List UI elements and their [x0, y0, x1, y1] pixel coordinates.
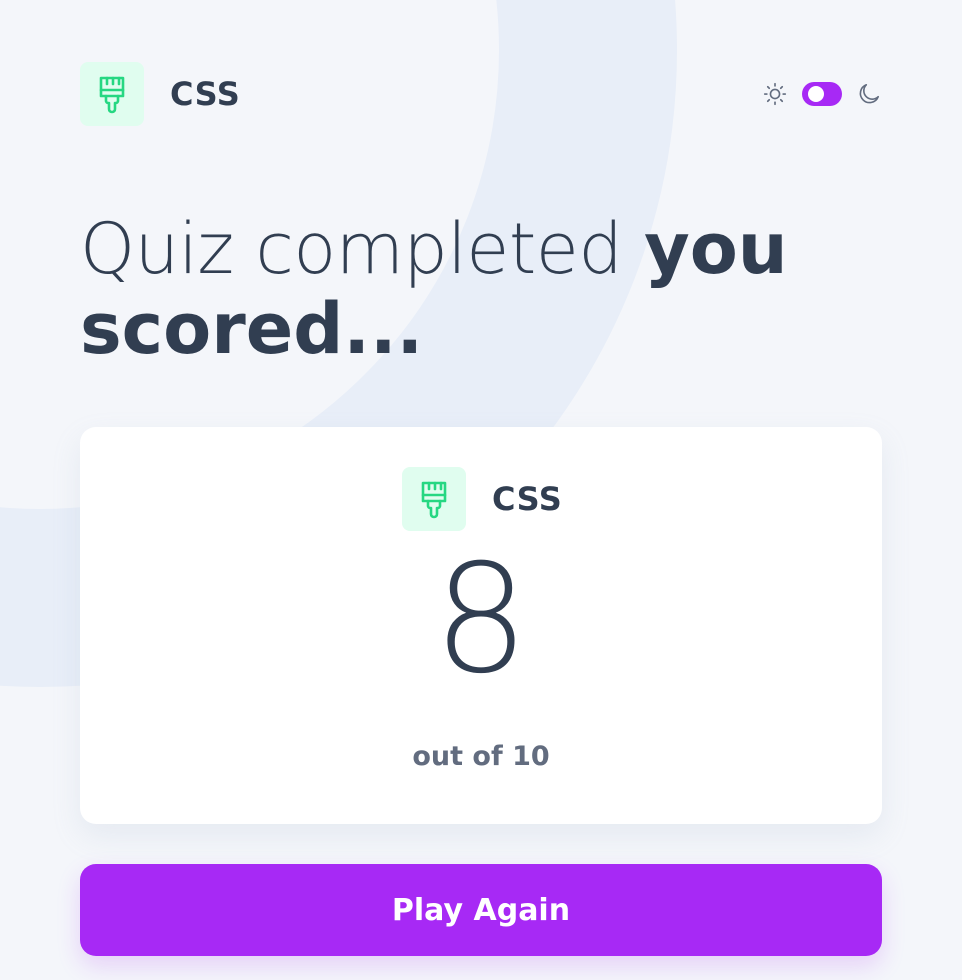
current-subject: CSS — [80, 62, 240, 126]
paintbrush-icon — [421, 481, 447, 519]
score-card: CSS 8 out of 10 — [80, 427, 882, 824]
score-value: 8 — [433, 533, 529, 707]
score-card-icon-container — [402, 467, 466, 531]
subject-title: CSS — [170, 75, 241, 113]
subject-icon-container — [80, 62, 144, 126]
play-again-button[interactable]: Play Again — [80, 864, 882, 956]
theme-toggle — [762, 81, 882, 107]
result-heading: Quiz completed you scored... — [80, 208, 882, 370]
paintbrush-icon — [99, 76, 125, 114]
heading-light-text: Quiz completed — [80, 208, 645, 290]
theme-toggle-switch[interactable] — [802, 82, 842, 106]
score-card-subject: CSS — [402, 467, 562, 531]
toggle-knob — [808, 86, 824, 102]
moon-icon — [859, 83, 880, 104]
score-card-subject-title: CSS — [492, 480, 563, 518]
quiz-result-page: CSS Quiz completed you scored... CSS 8 o… — [0, 0, 962, 980]
top-bar: CSS — [80, 62, 882, 126]
score-total: out of 10 — [412, 741, 550, 772]
sun-icon — [763, 82, 787, 106]
